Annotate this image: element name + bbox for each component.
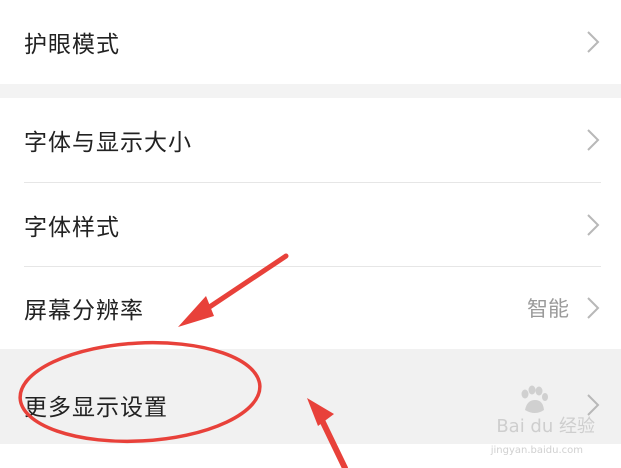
annotation-overlay: [18, 253, 348, 468]
annotation-circle: [18, 340, 262, 444]
annotation-arrow-lower: [307, 398, 348, 468]
annotation-arrow-upper: [178, 253, 289, 327]
